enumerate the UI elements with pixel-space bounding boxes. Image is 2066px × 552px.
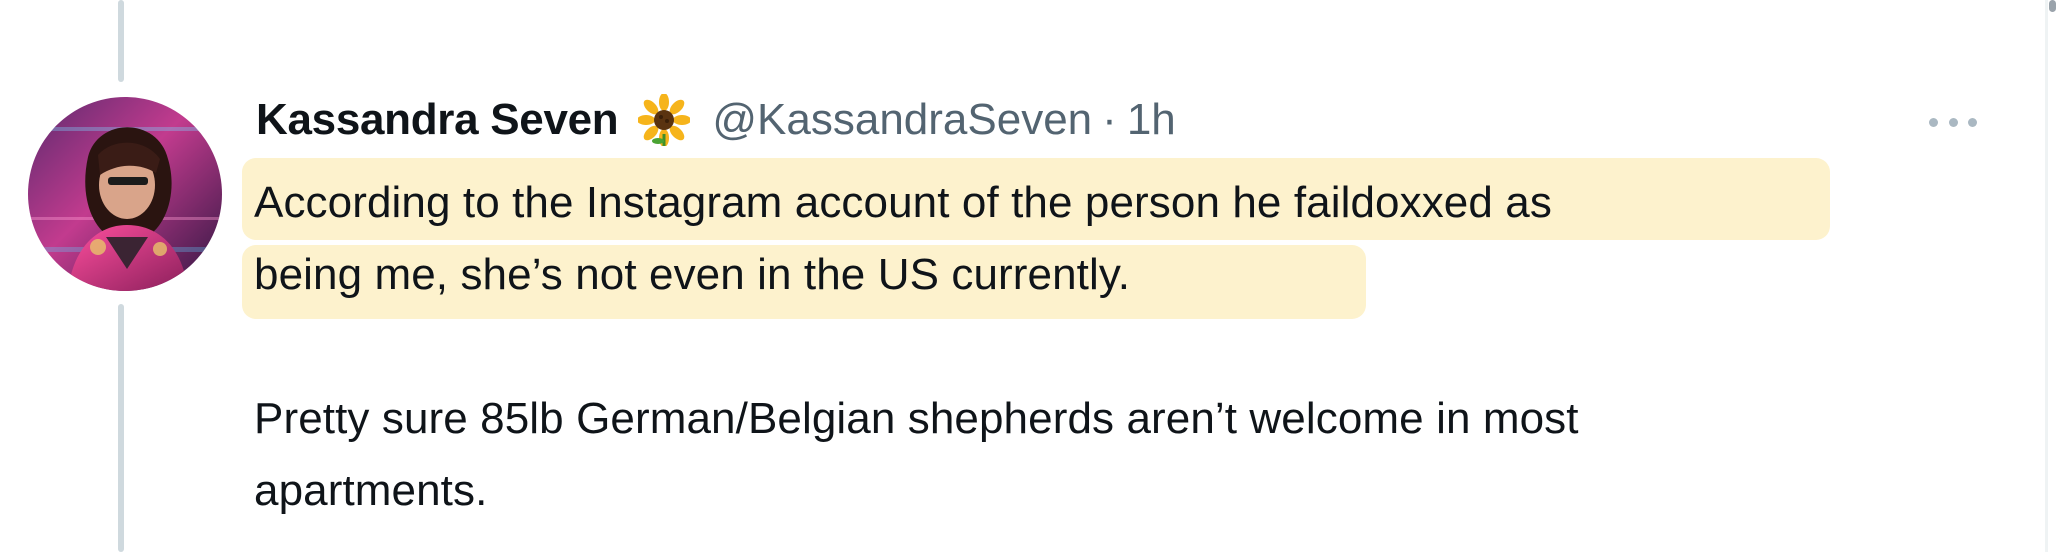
tweet-text-line: Pretty sure 85lb German/Belgian shepherd… xyxy=(254,394,1579,443)
tweet-card[interactable]: Kassandra Seven @KassandraSeven · 1h Acc… xyxy=(0,0,2066,552)
more-horizontal-icon[interactable] xyxy=(1929,112,1977,132)
thread-connector-line xyxy=(118,304,124,552)
separator-dot: · xyxy=(1102,95,1117,144)
tweet-text-line: apartments. xyxy=(254,466,488,515)
timestamp[interactable]: 1h xyxy=(1127,95,1176,145)
author-handle[interactable]: @KassandraSeven xyxy=(712,95,1092,145)
avatar-image xyxy=(28,97,222,291)
avatar[interactable] xyxy=(28,97,222,291)
author-name[interactable]: Kassandra Seven xyxy=(256,95,619,145)
tweet-paragraph: According to the Instagram account of th… xyxy=(254,168,1552,312)
tweet-header: Kassandra Seven @KassandraSeven · 1h xyxy=(256,92,1176,148)
thread-connector-line xyxy=(118,0,124,82)
scrollbar-thumb[interactable] xyxy=(2049,0,2056,12)
sunflower-icon xyxy=(637,93,692,147)
column-divider xyxy=(2045,0,2048,552)
tweet-text-line: being me, she’s not even in the US curre… xyxy=(254,250,1131,299)
tweet-paragraph: Pretty sure 85lb German/Belgian shepherd… xyxy=(254,384,1579,528)
tweet-text-line: According to the Instagram account of th… xyxy=(254,178,1552,227)
